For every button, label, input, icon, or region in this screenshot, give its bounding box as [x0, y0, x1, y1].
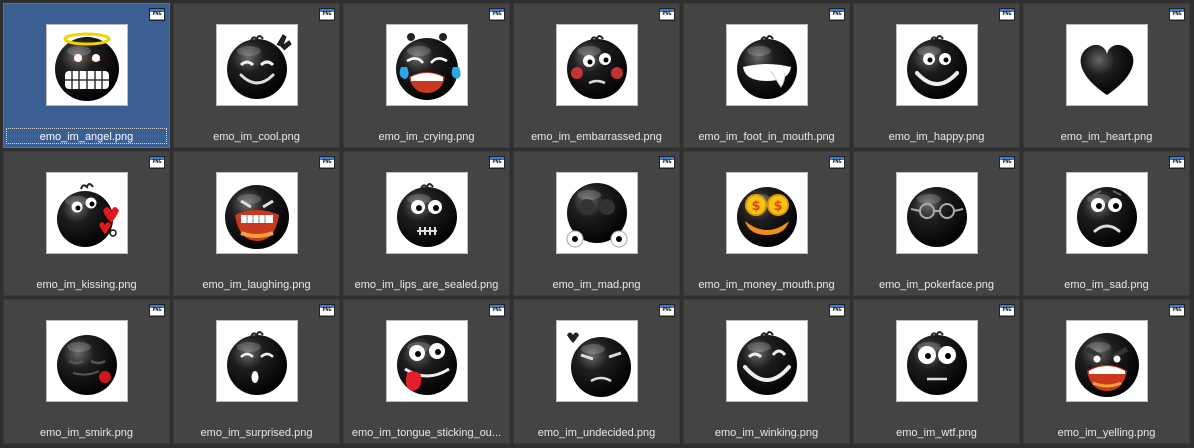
- file-name-label: emo_im_lips_are_sealed.png: [354, 279, 499, 291]
- happy-emoticon-icon: [896, 24, 978, 106]
- file-name-label: emo_im_mad.png: [552, 279, 641, 291]
- png-file-type-icon: PNG: [999, 156, 1015, 169]
- file-tile[interactable]: PNG emo_im_surprised.png: [173, 299, 340, 444]
- file-tile[interactable]: PNG emo_im_laughing.png: [173, 151, 340, 296]
- file-name-label: emo_im_sad.png: [1064, 279, 1149, 291]
- file-tile[interactable]: PNG emo_im_wtf.png: [853, 299, 1020, 444]
- file-name-label: emo_im_laughing.png: [202, 279, 311, 291]
- surprised-emoticon-icon: [216, 320, 298, 402]
- file-name-label: emo_im_crying.png: [378, 131, 475, 143]
- png-file-type-icon: PNG: [149, 156, 165, 169]
- file-thumbnail-grid: PNG emo_im_angel.png PNG emo_im_cool.png P…: [3, 3, 1190, 444]
- embarrassed-emoticon-icon: [556, 24, 638, 106]
- file-tile[interactable]: PNG emo_im_heart.png: [1023, 3, 1190, 148]
- png-file-type-icon: PNG: [1169, 304, 1185, 317]
- kissing-emoticon-icon: [46, 172, 128, 254]
- smirk-emoticon-icon: [46, 320, 128, 402]
- png-file-type-icon: PNG: [829, 8, 845, 21]
- lips-sealed-emoticon-icon: [386, 172, 468, 254]
- file-tile[interactable]: PNG emo_im_pokerface.png: [853, 151, 1020, 296]
- undecided-emoticon-icon: [556, 320, 638, 402]
- file-name-label: emo_im_yelling.png: [1057, 427, 1156, 439]
- file-name-label: emo_im_smirk.png: [40, 427, 133, 439]
- file-name-label: emo_im_money_mouth.png: [698, 279, 835, 291]
- cool-emoticon-icon: [216, 24, 298, 106]
- file-tile[interactable]: PNG emo_im_mad.png: [513, 151, 680, 296]
- file-name-label: emo_im_pokerface.png: [879, 279, 994, 291]
- file-tile[interactable]: PNG emo_im_kissing.png: [3, 151, 170, 296]
- png-file-type-icon: PNG: [319, 156, 335, 169]
- file-name-label: emo_im_heart.png: [1060, 131, 1153, 143]
- png-file-type-icon: PNG: [489, 156, 505, 169]
- png-file-type-icon: PNG: [659, 8, 675, 21]
- angel-emoticon-icon: [46, 24, 128, 106]
- svg-text:$: $: [773, 199, 782, 214]
- png-file-type-icon: PNG: [999, 8, 1015, 21]
- file-name-label: emo_im_winking.png: [714, 427, 819, 439]
- wtf-emoticon-icon: [896, 320, 978, 402]
- svg-text:$: $: [751, 199, 760, 214]
- file-tile[interactable]: PNG emo_im_cool.png: [173, 3, 340, 148]
- yelling-emoticon-icon: [1066, 320, 1148, 402]
- laughing-emoticon-icon: [216, 172, 298, 254]
- file-name-label: emo_im_tongue_sticking_ou...: [351, 427, 502, 439]
- png-file-type-icon: PNG: [319, 304, 335, 317]
- file-name-label: emo_im_surprised.png: [200, 427, 313, 439]
- file-name-label: emo_im_angel.png: [6, 128, 167, 144]
- file-name-label: emo_im_foot_in_mouth.png: [698, 131, 835, 143]
- file-tile[interactable]: PNG emo_im_angel.png: [3, 3, 170, 148]
- pokerface-emoticon-icon: [896, 172, 978, 254]
- png-file-type-icon: PNG: [149, 8, 165, 21]
- file-tile[interactable]: PNG emo_im_embarrassed.png: [513, 3, 680, 148]
- winking-emoticon-icon: [726, 320, 808, 402]
- png-file-type-icon: PNG: [999, 304, 1015, 317]
- money-mouth-emoticon-icon: $ $: [726, 172, 808, 254]
- png-file-type-icon: PNG: [319, 8, 335, 21]
- png-file-type-icon: PNG: [659, 156, 675, 169]
- file-tile[interactable]: PNG emo_im_foot_in_mouth.png: [683, 3, 850, 148]
- png-file-type-icon: PNG: [829, 304, 845, 317]
- png-file-type-icon: PNG: [829, 156, 845, 169]
- file-tile[interactable]: PNG $ $ emo_im_money_mouth.png: [683, 151, 850, 296]
- file-tile[interactable]: PNG emo_im_sad.png: [1023, 151, 1190, 296]
- file-tile[interactable]: PNG emo_im_lips_are_sealed.png: [343, 151, 510, 296]
- png-file-type-icon: PNG: [489, 304, 505, 317]
- tongue-emoticon-icon: [386, 320, 468, 402]
- heart-emoticon-icon: [1066, 24, 1148, 106]
- file-name-label: emo_im_wtf.png: [896, 427, 977, 439]
- file-name-label: emo_im_cool.png: [213, 131, 300, 143]
- crying-emoticon-icon: [386, 24, 468, 106]
- png-file-type-icon: PNG: [149, 304, 165, 317]
- file-tile[interactable]: PNG emo_im_winking.png: [683, 299, 850, 444]
- file-tile[interactable]: PNG emo_im_tongue_sticking_ou...: [343, 299, 510, 444]
- png-file-type-icon: PNG: [1169, 8, 1185, 21]
- mad-emoticon-icon: [556, 172, 638, 254]
- file-tile[interactable]: PNG emo_im_yelling.png: [1023, 299, 1190, 444]
- file-name-label: emo_im_kissing.png: [36, 279, 137, 291]
- file-name-label: emo_im_embarrassed.png: [531, 131, 662, 143]
- file-tile[interactable]: PNG emo_im_happy.png: [853, 3, 1020, 148]
- sad-emoticon-icon: [1066, 172, 1148, 254]
- file-tile[interactable]: PNG emo_im_undecided.png: [513, 299, 680, 444]
- png-file-type-icon: PNG: [489, 8, 505, 21]
- file-tile[interactable]: PNG emo_im_crying.png: [343, 3, 510, 148]
- file-tile[interactable]: PNG emo_im_smirk.png: [3, 299, 170, 444]
- file-name-label: emo_im_happy.png: [888, 131, 985, 143]
- png-file-type-icon: PNG: [659, 304, 675, 317]
- foot-in-mouth-emoticon-icon: [726, 24, 808, 106]
- file-name-label: emo_im_undecided.png: [537, 427, 656, 439]
- png-file-type-icon: PNG: [1169, 156, 1185, 169]
